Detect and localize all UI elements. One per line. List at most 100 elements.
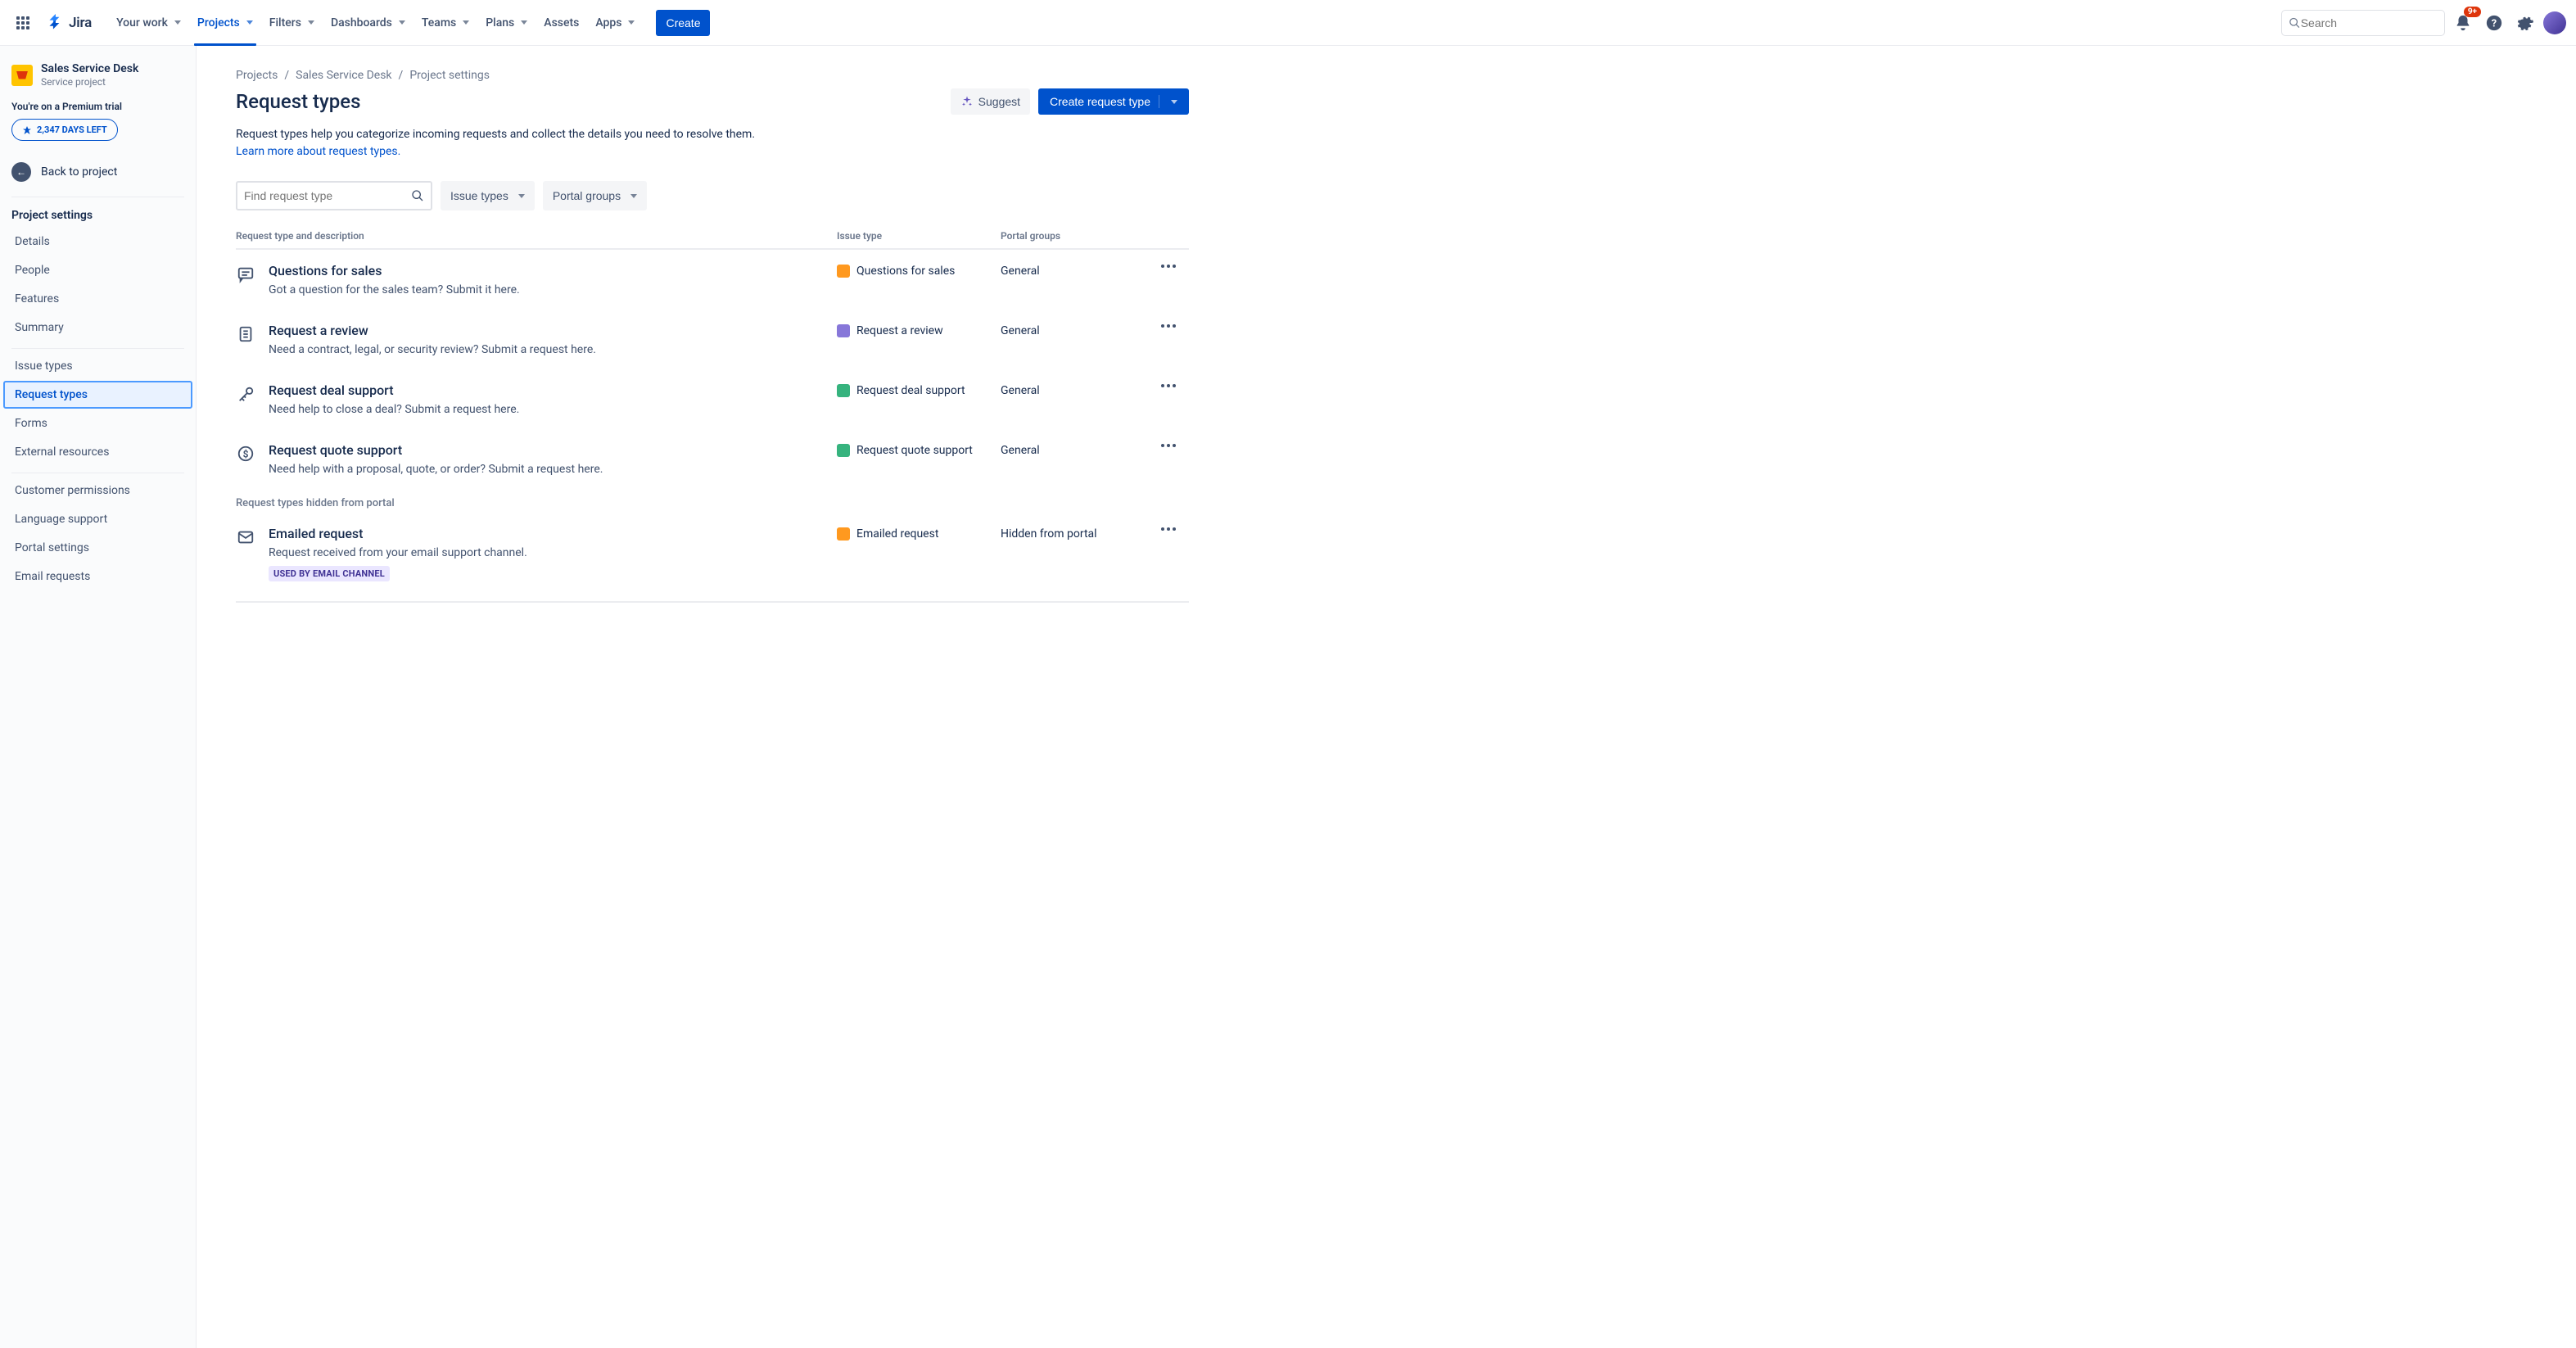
settings-button[interactable]	[2512, 10, 2538, 36]
sidebar-link-people[interactable]: People	[3, 256, 192, 284]
issue-types-filter[interactable]: Issue types	[441, 181, 535, 210]
main-layout: Sales Service Desk Service project You'r…	[0, 46, 2576, 1348]
col-name-header: Request type and description	[236, 230, 837, 242]
sidebar-link-email-requests[interactable]: Email requests	[3, 563, 192, 590]
request-type-desc: Got a question for the sales team? Submi…	[269, 283, 837, 296]
request-type-desc: Request received from your email support…	[269, 546, 837, 559]
chat-icon	[236, 265, 255, 284]
row-actions-button[interactable]	[1148, 526, 1189, 531]
nav-item-teams[interactable]: Teams	[414, 0, 477, 46]
sidebar-link-request-types[interactable]: Request types	[3, 381, 192, 409]
request-type-name[interactable]: Questions for sales	[269, 263, 837, 278]
issue-type-badge-icon	[837, 324, 850, 337]
breadcrumb-item[interactable]: Sales Service Desk	[296, 69, 391, 82]
gear-icon	[2516, 14, 2534, 32]
sidebar-link-features[interactable]: Features	[3, 285, 192, 313]
portal-groups-filter[interactable]: Portal groups	[543, 181, 647, 210]
search-icon	[2289, 16, 2301, 29]
more-icon	[1161, 324, 1176, 328]
find-request-type-input[interactable]	[244, 189, 411, 202]
issue-type-badge-icon	[837, 444, 850, 457]
find-request-type-box[interactable]	[236, 181, 432, 210]
row-actions-button[interactable]	[1148, 263, 1189, 268]
table-header: Request type and description Issue type …	[236, 224, 1189, 250]
portal-group-cell: General	[1001, 263, 1148, 278]
nav-item-plans[interactable]: Plans	[477, 0, 536, 46]
trial-label: You're on a Premium trial	[11, 101, 184, 112]
request-type-name[interactable]: Request a review	[269, 323, 837, 338]
page-description: Request types help you categorize incomi…	[236, 126, 1189, 143]
nav-item-projects[interactable]: Projects	[189, 0, 261, 46]
user-avatar[interactable]	[2543, 11, 2566, 34]
col-issue-header: Issue type	[837, 230, 1001, 242]
breadcrumb-item[interactable]: Project settings	[409, 69, 490, 82]
issue-type-badge-icon	[837, 265, 850, 278]
row-actions-button[interactable]	[1148, 382, 1189, 387]
chevron-down-icon	[463, 20, 469, 25]
suggest-button[interactable]: Suggest	[951, 88, 1030, 115]
project-type: Service project	[41, 76, 138, 88]
create-request-type-button[interactable]: Create request type	[1038, 88, 1189, 115]
issue-type-cell: Emailed request	[837, 526, 1001, 541]
sidebar-link-language-support[interactable]: Language support	[3, 505, 192, 533]
sidebar-link-portal-settings[interactable]: Portal settings	[3, 534, 192, 562]
back-to-project[interactable]: ← Back to project	[0, 152, 196, 192]
hidden-section-label: Request types hidden from portal	[236, 497, 1189, 509]
chevron-down-icon	[630, 194, 637, 198]
premium-icon	[22, 125, 32, 135]
nav-item-filters[interactable]: Filters	[261, 0, 323, 46]
request-type-desc: Need a contract, legal, or security revi…	[269, 343, 837, 356]
title-actions: Suggest Create request type	[951, 88, 1189, 115]
svg-text:?: ?	[2492, 17, 2497, 29]
request-type-name[interactable]: Request deal support	[269, 382, 837, 398]
sidebar-link-issue-types[interactable]: Issue types	[3, 352, 192, 380]
dollar-icon: $	[236, 444, 255, 464]
key-icon	[236, 384, 255, 404]
create-button[interactable]: Create	[656, 10, 710, 36]
project-avatar-icon	[11, 65, 33, 86]
chevron-down-icon	[246, 20, 253, 25]
search-box[interactable]	[2281, 10, 2445, 36]
chevron-down-icon	[628, 20, 635, 25]
email-channel-tag: USED BY EMAIL CHANNEL	[269, 566, 390, 581]
row-actions-button[interactable]	[1148, 323, 1189, 328]
sidebar-link-forms[interactable]: Forms	[3, 409, 192, 437]
nav-item-assets[interactable]: Assets	[536, 0, 587, 46]
trial-days-pill[interactable]: 2,347 DAYS LEFT	[11, 119, 118, 141]
filters-row: Issue types Portal groups	[236, 181, 1189, 210]
learn-more-link[interactable]: Learn more about request types.	[236, 145, 1189, 158]
notifications-button[interactable]: 9+	[2450, 10, 2476, 36]
portal-group-cell: Hidden from portal	[1001, 526, 1148, 541]
app-switcher-icon[interactable]	[10, 10, 36, 36]
sparkle-icon	[960, 95, 974, 108]
chevron-down-icon	[1171, 100, 1177, 104]
request-type-row: Emailed requestRequest received from you…	[236, 513, 1189, 595]
trial-box: You're on a Premium trial 2,347 DAYS LEF…	[0, 94, 196, 152]
doc-icon	[236, 324, 255, 344]
search-input[interactable]	[2301, 16, 2438, 29]
project-name: Sales Service Desk	[41, 62, 138, 75]
nav-left: Jira Your workProjectsFiltersDashboardsT…	[10, 0, 710, 46]
jira-logo-text: Jira	[69, 15, 92, 31]
breadcrumbs: Projects/Sales Service Desk/Project sett…	[236, 69, 1189, 82]
sidebar-link-details[interactable]: Details	[3, 228, 192, 256]
request-type-name[interactable]: Request quote support	[269, 442, 837, 458]
help-icon: ?	[2485, 14, 2503, 32]
nav-item-your-work[interactable]: Your work	[108, 0, 189, 46]
project-header[interactable]: Sales Service Desk Service project	[0, 46, 196, 94]
request-type-row: Request a review Need a contract, legal, …	[236, 310, 1189, 369]
help-button[interactable]: ?	[2481, 10, 2507, 36]
jira-logo[interactable]: Jira	[39, 13, 98, 33]
breadcrumb-item[interactable]: Projects	[236, 69, 278, 82]
sidebar-link-customer-permissions[interactable]: Customer permissions	[3, 477, 192, 504]
page-title: Request types	[236, 90, 361, 113]
sidebar-link-summary[interactable]: Summary	[3, 314, 192, 342]
more-icon	[1161, 444, 1176, 447]
more-icon	[1161, 527, 1176, 531]
nav-item-dashboards[interactable]: Dashboards	[323, 0, 414, 46]
sidebar-link-external-resources[interactable]: External resources	[3, 438, 192, 466]
row-actions-button[interactable]	[1148, 442, 1189, 447]
content: Projects/Sales Service Desk/Project sett…	[197, 46, 1228, 1348]
nav-item-apps[interactable]: Apps	[587, 0, 643, 46]
request-type-name[interactable]: Emailed request	[269, 526, 837, 541]
